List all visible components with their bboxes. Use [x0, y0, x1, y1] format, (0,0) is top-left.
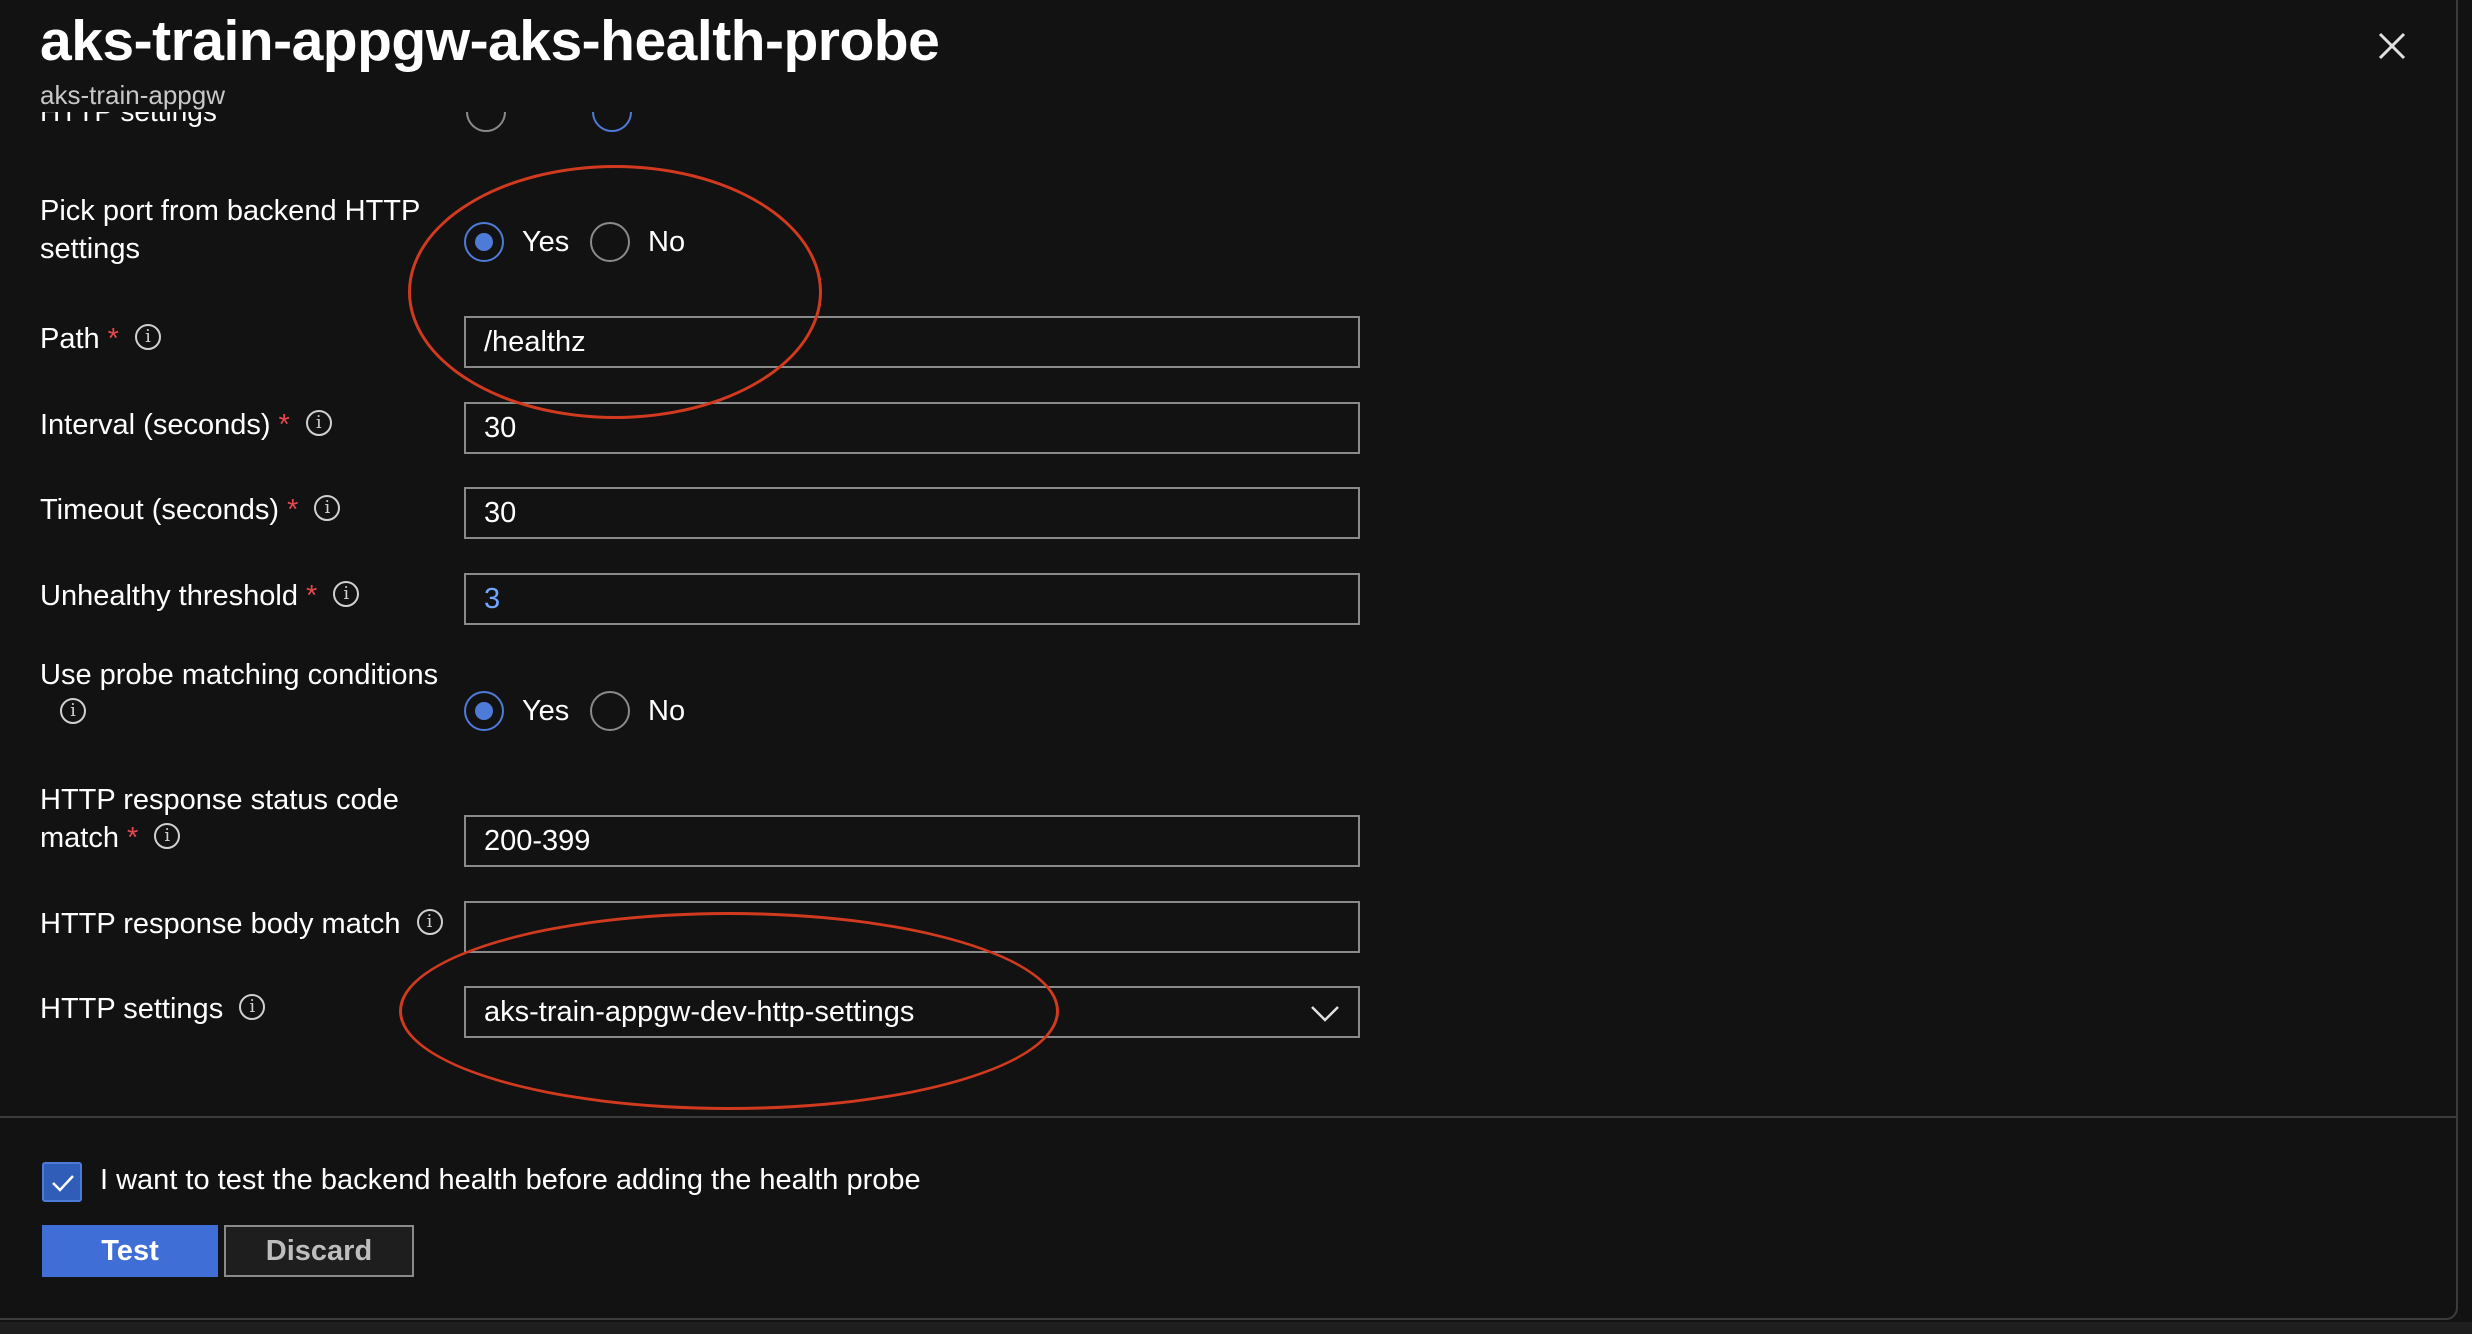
http-settings-row: HTTP settings i aks-train-appgw-dev-http-… [40, 986, 1360, 1040]
pick-port-label: Pick port from backend HTTP settings [40, 195, 420, 265]
partial-row-label: HTTP settings [40, 112, 217, 128]
interval-row: Interval (seconds) * i 30 [40, 402, 1360, 456]
info-icon[interactable]: i [239, 994, 266, 1021]
required-asterisk: * [305, 580, 318, 612]
pick-port-yes-radio[interactable]: Yes [464, 222, 569, 262]
status-code-label-line1: HTTP response status code [40, 784, 399, 816]
info-icon[interactable]: i [333, 581, 360, 608]
status-code-match-row: HTTP response status code match * i 200-39… [40, 781, 1360, 867]
path-input[interactable]: /healthz [464, 316, 1360, 368]
body-match-input[interactable] [464, 901, 1360, 953]
radio-selected-icon [464, 691, 504, 731]
body-match-label-text: HTTP response body match [40, 908, 401, 940]
pick-port-row: Pick port from backend HTTP settings Yes… [40, 192, 1360, 272]
http-settings-partial-row: HTTP settings [40, 112, 940, 142]
http-settings-selected-value: aks-train-appgw-dev-http-settings [484, 996, 915, 1028]
unhealthy-threshold-input[interactable]: 3 [464, 573, 1360, 625]
use-probe-matching-label-text: Use probe matching conditions [40, 659, 439, 691]
partial-radio-icon [466, 112, 506, 132]
interval-input[interactable]: 30 [464, 402, 1360, 454]
test-backend-health-checkbox[interactable] [42, 1162, 82, 1202]
info-icon[interactable]: i [314, 495, 341, 522]
page-subtitle: aks-train-appgw [40, 80, 225, 110]
http-settings-label: HTTP settings i [40, 990, 440, 1028]
chevron-down-icon [1311, 1006, 1339, 1022]
page-title: aks-train-appgw-aks-health-probe [40, 9, 940, 73]
use-probe-yes-label: Yes [522, 694, 570, 727]
use-probe-matching-label: Use probe matching conditions i [40, 656, 460, 732]
discard-button[interactable]: Discard [224, 1225, 414, 1277]
close-icon[interactable] [2370, 24, 2414, 68]
pick-port-no-label: No [648, 225, 686, 258]
use-probe-matching-row: Use probe matching conditions i Yes No [40, 656, 1360, 736]
path-row: Path * i /healthz [40, 316, 1360, 370]
body-match-label: HTTP response body match i [40, 905, 460, 943]
timeout-label: Timeout (seconds) * i [40, 491, 440, 529]
test-button[interactable]: Test [42, 1225, 218, 1277]
status-code-label-line2: match [40, 822, 119, 854]
required-asterisk: * [126, 822, 139, 854]
unhealthy-threshold-label-text: Unhealthy threshold [40, 580, 298, 612]
required-asterisk: * [287, 494, 299, 526]
use-probe-no-label: No [648, 694, 686, 727]
timeout-label-text: Timeout (seconds) [40, 494, 280, 526]
required-asterisk: * [278, 409, 290, 441]
radio-selected-icon [464, 222, 504, 262]
use-probe-no-radio[interactable]: No [590, 691, 685, 731]
timeout-row: Timeout (seconds) * i 30 [40, 487, 1360, 541]
health-probe-panel: aks-train-appgw-aks-health-probe aks-tra… [0, 0, 2458, 1320]
interval-label-text: Interval (seconds) [40, 409, 271, 441]
radio-unselected-icon [590, 691, 630, 731]
status-code-match-input[interactable]: 200-399 [464, 815, 1360, 867]
info-icon[interactable]: i [60, 698, 86, 725]
pick-port-yes-label: Yes [522, 225, 570, 258]
use-probe-yes-radio[interactable]: Yes [464, 691, 569, 731]
info-icon[interactable]: i [305, 410, 332, 437]
checkmark-icon [52, 1175, 74, 1192]
background-strip [0, 1322, 2472, 1334]
info-icon[interactable]: i [416, 909, 443, 936]
path-label: Path * i [40, 320, 440, 358]
info-icon[interactable]: i [154, 823, 181, 850]
http-settings-dropdown[interactable]: aks-train-appgw-dev-http-settings [464, 986, 1360, 1038]
pick-port-no-radio[interactable]: No [590, 222, 685, 262]
info-icon[interactable]: i [134, 324, 161, 351]
test-backend-health-label: I want to test the backend health before… [100, 1164, 921, 1196]
path-label-text: Path [40, 323, 100, 355]
status-code-match-label: HTTP response status code match * i [40, 781, 440, 857]
unhealthy-threshold-label: Unhealthy threshold * i [40, 577, 440, 615]
required-asterisk: * [107, 323, 119, 355]
footer-divider [0, 1116, 2458, 1118]
http-settings-label-text: HTTP settings [40, 993, 224, 1025]
partial-radio-icon [592, 112, 632, 132]
radio-unselected-icon [590, 222, 630, 262]
unhealthy-threshold-row: Unhealthy threshold * i 3 [40, 573, 1360, 627]
body-match-row: HTTP response body match i [40, 901, 1360, 955]
interval-label: Interval (seconds) * i [40, 406, 440, 444]
timeout-input[interactable]: 30 [464, 487, 1360, 539]
